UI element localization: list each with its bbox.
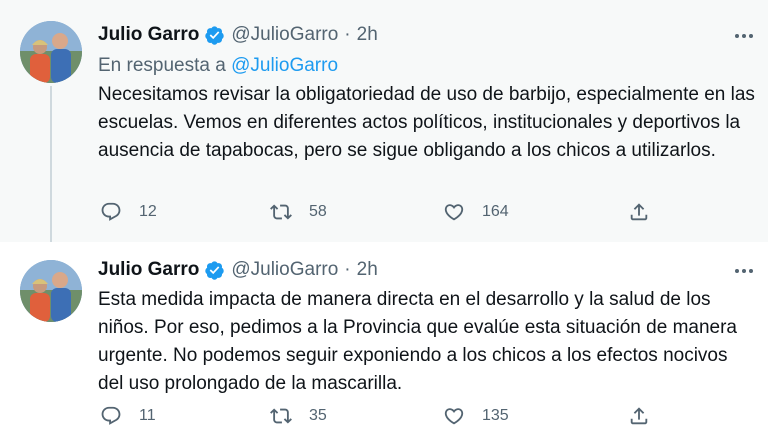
share-button[interactable] — [628, 198, 650, 226]
retweet-count: 58 — [309, 203, 327, 220]
separator-dot: · — [344, 259, 351, 280]
separator-dot: · — [344, 24, 351, 45]
action-bar: 12 58 164 — [98, 198, 668, 226]
reply-icon — [101, 406, 121, 425]
retweet-icon — [270, 408, 292, 424]
reply-count: 12 — [139, 203, 157, 220]
retweet-icon — [270, 204, 292, 220]
share-button[interactable] — [628, 402, 650, 430]
tweet-text: Esta medida impacta de manera directa en… — [98, 289, 737, 394]
reply-button[interactable]: 11 — [100, 402, 156, 430]
retweet-count: 35 — [309, 407, 327, 424]
like-count: 135 — [482, 407, 509, 424]
tweet-header: Julio Garro @JulioGarro · 2h — [98, 22, 378, 48]
verified-badge-icon — [204, 260, 225, 281]
timestamp[interactable]: 2h — [357, 24, 378, 46]
like-button[interactable]: 164 — [443, 198, 509, 226]
avatar[interactable] — [20, 260, 82, 322]
like-count: 164 — [482, 203, 509, 220]
reply-prefix: En respuesta a — [98, 55, 226, 76]
avatar-photo — [20, 260, 82, 322]
verified-badge-icon — [204, 25, 225, 46]
reply-count: 11 — [139, 407, 156, 424]
like-icon — [444, 204, 464, 221]
reply-button[interactable]: 12 — [100, 198, 157, 226]
like-button[interactable]: 135 — [443, 402, 509, 430]
author-name[interactable]: Julio Garro — [98, 259, 199, 281]
tweet-header: Julio Garro @JulioGarro · 2h — [98, 257, 378, 283]
reply-icon — [101, 202, 121, 221]
share-icon — [630, 407, 648, 425]
avatar-photo — [20, 21, 82, 83]
reply-context: En respuesta a @JulioGarro — [98, 55, 338, 77]
thread-connector — [50, 86, 52, 262]
author-handle[interactable]: @JulioGarro — [231, 24, 338, 46]
retweet-button[interactable]: 35 — [270, 402, 327, 430]
tweet[interactable]: Julio Garro @JulioGarro · 2h Esta medida… — [0, 242, 768, 443]
reply-handle-link[interactable]: @JulioGarro — [231, 55, 338, 76]
like-icon — [444, 408, 464, 425]
action-bar: 11 35 135 — [98, 402, 668, 430]
timestamp[interactable]: 2h — [357, 259, 378, 281]
tweet-text: Necesitamos revisar la obligatoriedad de… — [98, 84, 755, 161]
share-icon — [630, 203, 648, 221]
author-name[interactable]: Julio Garro — [98, 24, 199, 46]
more-options-icon[interactable] — [732, 26, 756, 46]
retweet-button[interactable]: 58 — [270, 198, 327, 226]
author-handle[interactable]: @JulioGarro — [231, 259, 338, 281]
avatar[interactable] — [20, 21, 82, 83]
tweet[interactable]: Julio Garro @JulioGarro · 2h En respuest… — [0, 0, 768, 262]
more-options-icon[interactable] — [732, 261, 756, 281]
